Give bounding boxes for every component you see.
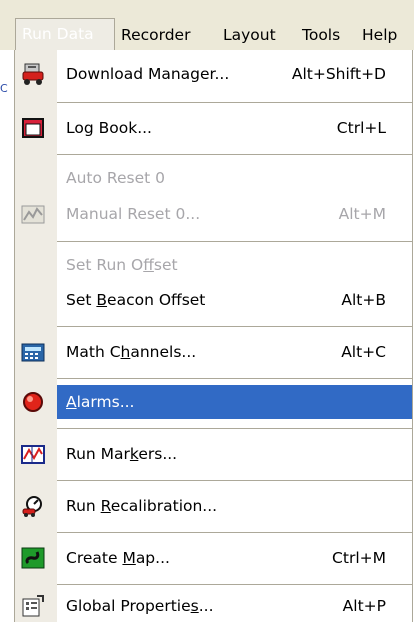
menu-run-data[interactable]: Run Data xyxy=(15,18,115,50)
math-channels-icon xyxy=(21,340,45,364)
menu-layout[interactable]: Layout xyxy=(219,20,280,50)
menu-item-label: Run Markers... xyxy=(66,445,178,463)
menu-help[interactable]: Help xyxy=(358,20,401,50)
menu-separator xyxy=(57,378,412,379)
menu-recorder[interactable]: Recorder xyxy=(117,20,194,50)
menu-item-label: Run Recalibration... xyxy=(66,497,218,515)
global-properties-icon xyxy=(21,594,45,618)
download-manager-icon xyxy=(21,62,45,86)
menu-separator xyxy=(57,584,412,585)
menu-item-global-properties[interactable]: Global Properties... Alt+P xyxy=(15,586,412,626)
menu-item-create-map[interactable]: Create Map... Ctrl+M xyxy=(15,538,412,578)
recalibration-icon xyxy=(21,494,45,518)
shortcut-text: Alt+Shift+D xyxy=(291,65,386,83)
shortcut-text: Alt+C xyxy=(341,343,386,361)
menu-item-log-book[interactable]: Log Book... Ctrl+L xyxy=(15,108,412,148)
menu-item-label: Math Channels... xyxy=(66,343,197,361)
menu-item-label: Auto Reset 0 xyxy=(66,169,166,187)
background-window-edge: C xyxy=(0,50,15,622)
menu-separator xyxy=(57,154,412,155)
menu-item-label: Download Manager... xyxy=(66,65,230,83)
menu-separator xyxy=(57,102,412,103)
menu-item-auto-reset[interactable]: Auto Reset 0 xyxy=(15,158,412,198)
menu-item-label: Create Map... xyxy=(66,549,170,567)
menu-item-label: Log Book... xyxy=(66,119,152,137)
menu-item-label: Manual Reset 0... xyxy=(66,205,201,223)
manual-reset-icon xyxy=(21,202,45,226)
menu-separator xyxy=(57,480,412,481)
menu-item-label: Set Run Offset xyxy=(66,256,178,274)
menu-item-label: Set Beacon Offset xyxy=(66,291,206,309)
menu-separator xyxy=(57,532,412,533)
menu-item-set-run-offset[interactable]: Set Run Offset xyxy=(15,245,412,285)
menu-item-math-channels[interactable]: Math Channels... Alt+C xyxy=(15,332,412,372)
alarms-icon xyxy=(21,390,45,414)
menu-tools[interactable]: Tools xyxy=(298,20,344,50)
menu-item-download-manager[interactable]: Download Manager... Alt+Shift+D xyxy=(15,54,412,94)
shortcut-text: Ctrl+L xyxy=(336,119,386,137)
menu-item-label: Global Properties... xyxy=(66,597,214,615)
menu-separator xyxy=(57,326,412,327)
menu-item-run-markers[interactable]: Run Markers... xyxy=(15,434,412,474)
menu-item-alarms[interactable]: Alarms... xyxy=(15,382,412,422)
shortcut-text: Alt+P xyxy=(342,597,386,615)
background-text: C xyxy=(0,82,8,95)
menu-item-set-beacon-offset[interactable]: Set Beacon Offset Alt+B xyxy=(15,280,412,320)
menu-separator xyxy=(57,428,412,429)
run-markers-icon xyxy=(21,442,45,466)
shortcut-text: Ctrl+M xyxy=(332,549,386,567)
shortcut-text: Alt+M xyxy=(338,205,386,223)
create-map-icon xyxy=(21,546,45,570)
log-book-icon xyxy=(21,116,45,140)
menu-bar: Run Data Recorder Layout Tools Help xyxy=(0,0,414,50)
menu-item-run-recalibration[interactable]: Run Recalibration... xyxy=(15,486,412,526)
menu-item-manual-reset[interactable]: Manual Reset 0... Alt+M xyxy=(15,194,412,234)
menu-separator xyxy=(57,241,412,242)
menu-item-label: Alarms... xyxy=(66,393,135,411)
shortcut-text: Alt+B xyxy=(341,291,386,309)
run-data-dropdown: Download Manager... Alt+Shift+D Log Book… xyxy=(14,50,413,622)
